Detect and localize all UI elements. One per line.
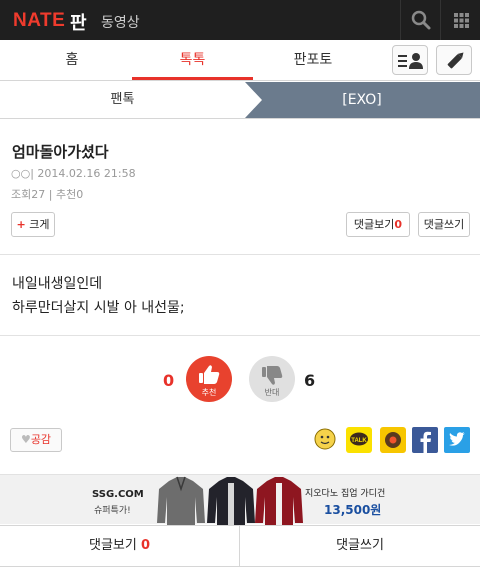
comment-view-label: 댓글보기: [353, 218, 395, 231]
breadcrumb-fantalk[interactable]: 팬톡: [0, 82, 245, 118]
kakaostory-icon[interactable]: [380, 427, 406, 453]
recommend-count: 추천0: [55, 188, 84, 201]
bottom-comment-view-button[interactable]: 댓글보기 0: [0, 526, 240, 566]
grid-icon: [454, 13, 469, 28]
ad-subtitle: 슈퍼특가!: [94, 506, 131, 516]
upvote-count: 0: [163, 371, 175, 390]
post-stats: 조회27 | 추천0: [11, 186, 83, 202]
my-list-button[interactable]: [392, 45, 428, 75]
comment-write-button[interactable]: 댓글쓰기: [418, 212, 470, 237]
tab-toktok[interactable]: 톡톡: [132, 40, 253, 80]
video-link[interactable]: 동영상: [101, 12, 140, 32]
post-author[interactable]: ○○|: [11, 167, 34, 180]
divider: [0, 335, 480, 336]
svg-text:TALK: TALK: [351, 438, 367, 444]
post-title: 엄마돌아가셨다: [12, 143, 109, 161]
ad-price: 13,500원: [324, 503, 382, 517]
sympathy-button[interactable]: ♥공감: [10, 428, 62, 452]
text-size-button[interactable]: + 크게: [11, 212, 55, 237]
menu-grid-button[interactable]: [440, 0, 480, 40]
bottom-comment-count: 0: [140, 538, 151, 553]
red-jacket-image: [255, 477, 303, 525]
comment-view-button[interactable]: 댓글보기0: [346, 212, 410, 237]
breadcrumb: 팬톡 [EXO]: [0, 82, 480, 119]
divider: [0, 254, 480, 255]
write-post-button[interactable]: [436, 45, 472, 75]
nate-logo[interactable]: NATE: [13, 10, 65, 32]
ad-brand: SSG.COM: [92, 489, 144, 500]
pan-link[interactable]: 판: [70, 9, 87, 35]
bottom-comment-view-label: 댓글보기: [88, 538, 137, 553]
main-tabs: 홈 톡톡 판포토: [0, 40, 480, 81]
post-meta: ○○| 2014.02.16 21:58: [11, 167, 136, 180]
post-body-line: 내일내생일인데: [12, 276, 103, 292]
downvote-count: 6: [304, 371, 316, 390]
downvote-button[interactable]: 반대: [249, 356, 295, 402]
upvote-label: 추천: [201, 388, 217, 397]
twitter-icon[interactable]: [444, 427, 470, 453]
ad-copy: 지오다노 집업 가디건: [305, 489, 386, 499]
user-list-icon: [398, 53, 423, 69]
bottom-comment-write-button[interactable]: 댓글쓰기: [240, 526, 480, 566]
top-bar: NATE 판 동영상: [0, 0, 480, 40]
downvote-label: 반대: [264, 388, 280, 397]
kakaotalk-icon[interactable]: TALK: [346, 427, 372, 453]
stats-separator: |: [48, 188, 53, 201]
tab-home[interactable]: 홈: [12, 40, 132, 80]
post-date: 2014.02.16 21:58: [37, 167, 136, 180]
post-body: 내일내생일인데 하루만더살지 시발 아 내선물;: [12, 272, 185, 320]
comment-count: 0: [394, 218, 403, 231]
upvote-button[interactable]: 추천: [186, 356, 232, 402]
view-count: 조회27: [11, 188, 46, 201]
post-body-line: 하루만더살지 시발 아 내선물;: [12, 300, 185, 316]
search-icon: [411, 10, 431, 30]
plus-icon: +: [16, 218, 26, 231]
heart-icon: ♥: [20, 433, 31, 446]
ad-banner[interactable]: SSG.COM 슈퍼특가! 지오다노 집업 가디건 13,500원: [0, 474, 480, 525]
search-button[interactable]: [400, 0, 440, 40]
facebook-icon[interactable]: [412, 427, 438, 453]
pencil-icon: [447, 52, 464, 69]
bottom-bar: 댓글보기 0 댓글쓰기: [0, 525, 480, 567]
gray-jacket-image: [157, 476, 205, 525]
text-size-label: 크게: [29, 218, 50, 231]
sympathy-label: 공감: [30, 433, 52, 446]
breadcrumb-exo[interactable]: [EXO]: [262, 82, 462, 118]
emoticon-share-icon[interactable]: [313, 427, 339, 453]
black-jacket-image: [207, 477, 255, 525]
tab-panphoto[interactable]: 판포토: [253, 40, 373, 80]
